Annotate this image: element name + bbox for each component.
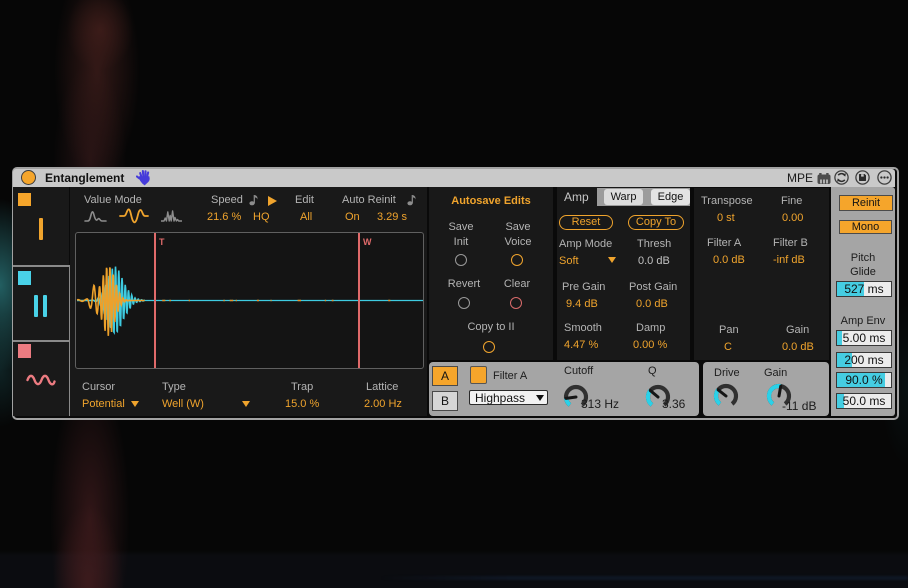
svg-text:W: W: [363, 237, 372, 247]
svg-text:T: T: [159, 237, 165, 247]
